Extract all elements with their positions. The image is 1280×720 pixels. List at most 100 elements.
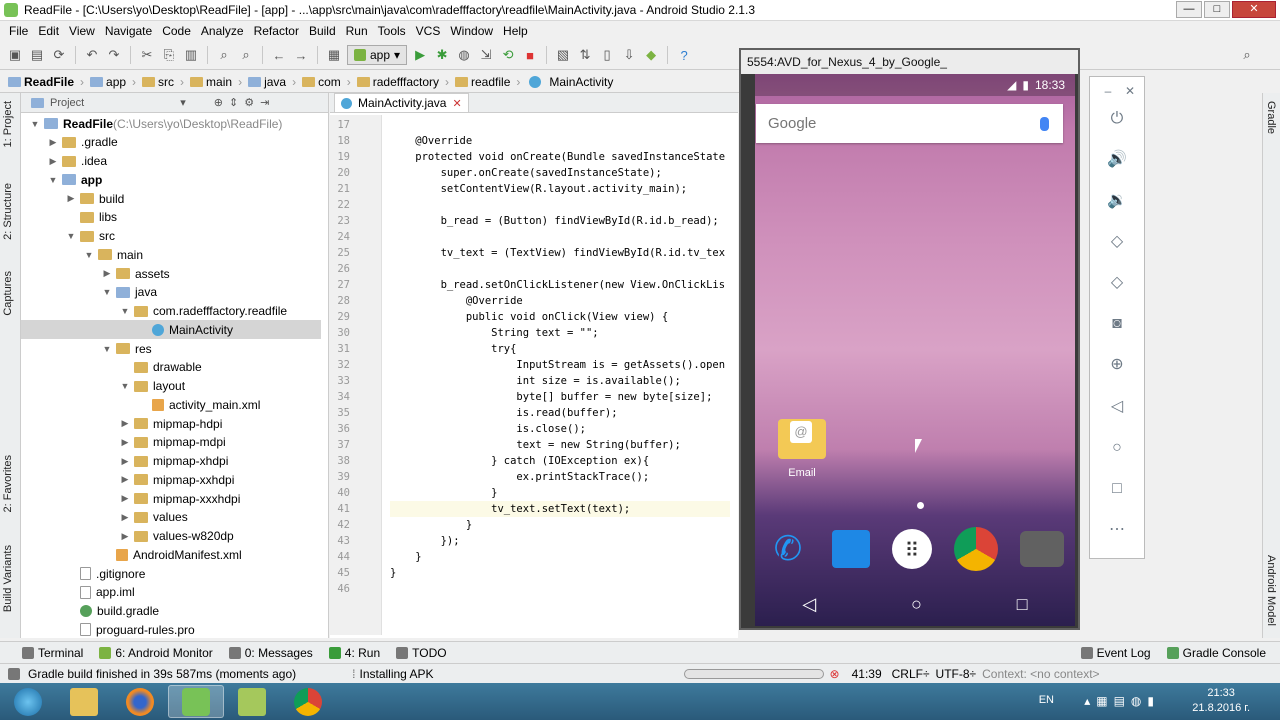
back-icon[interactable]: ← (270, 46, 288, 64)
tree-item[interactable]: ▶ mipmap-hdpi (21, 414, 321, 433)
tab-project[interactable]: 1: Project (2, 101, 14, 147)
sync-icon[interactable]: ⟳ (50, 46, 68, 64)
menu-build[interactable]: Build (304, 24, 341, 38)
collapsed-arrow-icon[interactable]: ▶ (65, 193, 77, 204)
tree-item[interactable]: activity_main.xml (21, 395, 321, 414)
collapsed-arrow-icon[interactable]: ▶ (119, 437, 131, 448)
hide-icon[interactable]: ⇥ (260, 96, 269, 109)
target-icon[interactable]: ⊕ (214, 96, 223, 109)
taskbar-clock[interactable]: 21:33 21.8.2016 г. (1192, 686, 1250, 716)
volume-down-icon[interactable]: 🔉 (1107, 191, 1127, 211)
tab-event-log[interactable]: Event Log (1073, 646, 1159, 660)
sync-gradle-icon[interactable]: ⇅ (576, 46, 594, 64)
taskbar-emulator[interactable] (224, 685, 280, 718)
tab-captures[interactable]: Captures (2, 271, 14, 316)
tree-item[interactable]: build.gradle (21, 602, 321, 621)
expanded-arrow-icon[interactable]: ▼ (47, 175, 59, 185)
tree-item[interactable]: ▶ mipmap-xxxhdpi (21, 489, 321, 508)
tab-terminal[interactable]: Terminal (14, 646, 91, 660)
messages-app-icon[interactable] (832, 530, 870, 568)
menu-refactor[interactable]: Refactor (249, 24, 304, 38)
code-line[interactable]: String text = ""; (390, 325, 730, 341)
close-button[interactable]: ✕ (1232, 1, 1276, 18)
code-line[interactable]: b_read = (Button) findViewById(R.id.b_re… (390, 213, 730, 229)
code-line[interactable]: } catch (IOException ex){ (390, 453, 730, 469)
code-line[interactable] (390, 197, 730, 213)
taskbar-firefox[interactable] (112, 685, 168, 718)
menu-vcs[interactable]: VCS (411, 24, 446, 38)
caret-position[interactable]: 41:39 (852, 667, 882, 681)
open-folder-icon[interactable]: ▣ (6, 46, 24, 64)
breadcrumb-item[interactable]: src (142, 75, 174, 89)
breadcrumb-item[interactable]: main (190, 75, 232, 89)
code-line[interactable]: super.onCreate(savedInstanceState); (390, 165, 730, 181)
expanded-arrow-icon[interactable]: ▼ (29, 119, 41, 129)
tree-item[interactable]: ▶ mipmap-mdpi (21, 433, 321, 452)
expanded-arrow-icon[interactable]: ▼ (101, 344, 113, 354)
tree-item[interactable]: ▶ assets (21, 264, 321, 283)
back-icon[interactable]: ◁ (802, 594, 816, 615)
paste-icon[interactable]: ▥ (182, 46, 200, 64)
menu-code[interactable]: Code (157, 24, 196, 38)
menu-navigate[interactable]: Navigate (100, 24, 157, 38)
app-drawer-icon[interactable]: ⠿ (892, 529, 932, 569)
code-line[interactable]: byte[] buffer = new byte[size]; (390, 389, 730, 405)
breadcrumb-item[interactable]: radefffactory (356, 75, 439, 89)
menu-view[interactable]: View (64, 24, 100, 38)
collapse-icon[interactable]: ⇕ (229, 96, 238, 109)
breadcrumb-item[interactable]: MainActivity (526, 75, 613, 89)
more-icon[interactable]: ⋯ (1107, 520, 1127, 540)
collapsed-arrow-icon[interactable]: ▶ (119, 531, 131, 542)
language-indicator[interactable]: EN (1039, 694, 1054, 706)
tree-item[interactable]: ▼ layout (21, 377, 321, 396)
code-line[interactable]: tv_text.setText(text); (390, 501, 730, 517)
code-line[interactable] (390, 581, 730, 597)
code-line[interactable]: } (390, 549, 730, 565)
collapsed-arrow-icon[interactable]: ▶ (119, 474, 131, 485)
find-icon[interactable]: ⌕ (215, 46, 233, 64)
attach-debugger-icon[interactable]: ⇲ (477, 46, 495, 64)
code-line[interactable]: try{ (390, 341, 730, 357)
phone-screen[interactable]: ◢ ▮ 18:33 Google Email ✆ ⠿ ◁ ○ □ (755, 74, 1075, 626)
collapsed-arrow-icon[interactable]: ▶ (47, 137, 59, 148)
breadcrumb-item[interactable]: java (248, 75, 286, 89)
back-icon[interactable]: ◁ (1107, 397, 1127, 417)
tree-item[interactable]: ▼ main (21, 245, 321, 264)
code-line[interactable]: tv_text = (TextView) findViewById(R.id.t… (390, 245, 730, 261)
tree-item[interactable]: ▶ .gradle (21, 133, 321, 152)
tab-todo[interactable]: TODO (388, 646, 454, 660)
phone-app-icon[interactable]: ✆ (766, 527, 810, 571)
email-app[interactable]: Email (775, 419, 829, 479)
run-config-select[interactable]: app ▾ (347, 45, 408, 65)
code-line[interactable]: text = new String(buffer); (390, 437, 730, 453)
line-separator[interactable]: CRLF÷ (892, 667, 930, 681)
tree-item[interactable]: ▶ values-w820dp (21, 527, 321, 546)
expanded-arrow-icon[interactable]: ▼ (83, 250, 95, 260)
recents-icon[interactable]: □ (1017, 594, 1028, 615)
code-line[interactable]: } (390, 485, 730, 501)
expanded-arrow-icon[interactable]: ▼ (119, 381, 131, 391)
tree-item[interactable]: ▼ ReadFile (C:\Users\yo\Desktop\ReadFile) (21, 114, 321, 133)
status-icon[interactable] (8, 667, 20, 680)
make-project-icon[interactable]: ▦ (325, 46, 343, 64)
code-line[interactable]: } (390, 565, 730, 581)
tree-item[interactable]: libs (21, 208, 321, 227)
tree-item[interactable]: ▶ build (21, 189, 321, 208)
tree-item[interactable]: proguard-rules.pro (21, 620, 321, 639)
menu-run[interactable]: Run (341, 24, 373, 38)
save-icon[interactable]: ▤ (28, 46, 46, 64)
tree-item[interactable]: ▼ app (21, 170, 321, 189)
search-icon[interactable]: ⌕ (1238, 46, 1256, 64)
code-line[interactable]: protected void onCreate(Bundle savedInst… (390, 149, 730, 165)
home-icon[interactable]: ○ (1107, 438, 1127, 458)
code-line[interactable]: setContentView(R.layout.activity_main); (390, 181, 730, 197)
code-line[interactable]: } (390, 517, 730, 533)
code-line[interactable]: ex.printStackTrace(); (390, 469, 730, 485)
tab-android-monitor[interactable]: 6: Android Monitor (91, 646, 220, 660)
tree-item[interactable]: ▼ res (21, 339, 321, 358)
taskbar-android-studio[interactable] (168, 685, 224, 718)
android-monitor-icon[interactable]: ◆ (642, 46, 660, 64)
code-line[interactable] (390, 117, 730, 133)
tab-gradle-console[interactable]: Gradle Console (1159, 646, 1274, 660)
minimize-button[interactable]: — (1176, 1, 1202, 18)
